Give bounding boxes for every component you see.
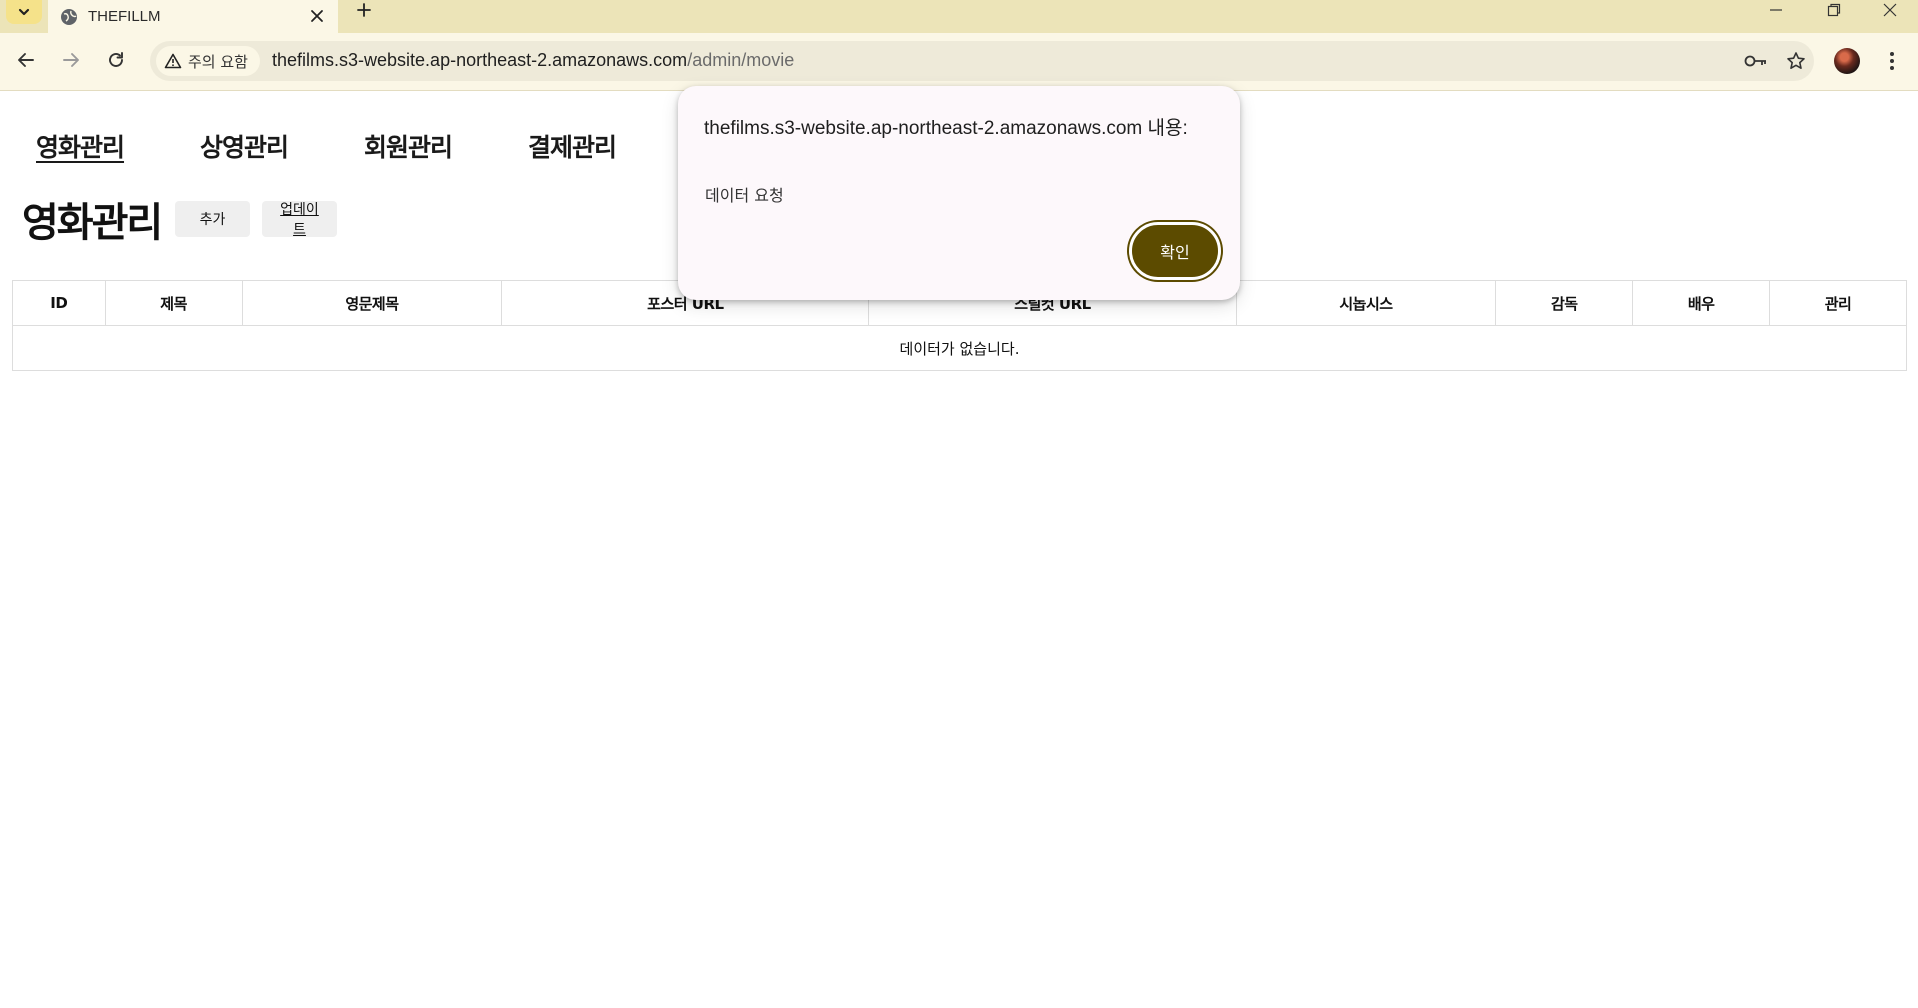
bookmark-button[interactable] (1784, 50, 1808, 72)
browser-toolbar: 주의 요함 thefilms.s3-website.ap-northeast-2… (0, 33, 1918, 91)
reload-button[interactable] (100, 44, 132, 76)
star-icon (1787, 52, 1805, 69)
column-header: 감독 (1495, 280, 1634, 326)
forward-button[interactable] (55, 44, 87, 76)
password-key-button[interactable] (1744, 50, 1768, 72)
empty-message: 데이터가 없습니다. (12, 325, 1907, 371)
page-title: 영화관리 (22, 200, 163, 246)
update-button[interactable]: 업데이트 (262, 201, 337, 238)
nav-item-movies[interactable]: 영화관리 (36, 128, 125, 164)
plus-icon (357, 3, 371, 17)
column-header: 시놉시스 (1235, 280, 1497, 326)
key-icon (1744, 55, 1766, 67)
arrow-left-icon (18, 53, 34, 67)
tab-strip: THEFILLM (0, 0, 1918, 33)
address-bar[interactable]: 주의 요함 thefilms.s3-website.ap-northeast-2… (150, 41, 1814, 81)
chevron-down-icon (18, 8, 30, 16)
globe-icon (61, 8, 77, 25)
column-header: 제목 (104, 280, 243, 326)
table-row: 데이터가 없습니다. (12, 325, 1907, 371)
arrow-right-icon (63, 53, 79, 67)
add-button[interactable]: 추가 (175, 201, 250, 237)
security-chip[interactable]: 주의 요함 (156, 46, 260, 76)
tab-title: THEFILLM (88, 8, 161, 25)
nav-item-payments[interactable]: 결제관리 (528, 128, 617, 164)
ok-button[interactable]: 확인 (1129, 222, 1221, 280)
column-header: ID (12, 280, 106, 326)
restore-icon (1827, 3, 1841, 17)
tab-search-button[interactable] (6, 0, 42, 24)
browser-menu-button[interactable] (1880, 47, 1904, 75)
url-text[interactable]: thefilms.s3-website.ap-northeast-2.amazo… (272, 50, 794, 71)
url-host: thefilms.s3-website.ap-northeast-2.amazo… (272, 50, 688, 70)
nav-item-members[interactable]: 회원관리 (364, 128, 453, 164)
profile-avatar[interactable] (1834, 48, 1860, 74)
back-button[interactable] (10, 44, 42, 76)
column-header: 배우 (1632, 280, 1771, 326)
close-icon (1883, 3, 1897, 17)
close-tab-icon[interactable] (308, 7, 326, 25)
minimize-button[interactable] (1752, 0, 1800, 20)
close-window-button[interactable] (1866, 0, 1914, 20)
column-header: 영문제목 (241, 280, 503, 326)
dialog-message: 데이터 요청 (705, 186, 784, 205)
browser-tab[interactable]: THEFILLM (48, 0, 338, 33)
admin-nav: 영화관리 상영관리 회원관리 결제관리 (36, 128, 617, 164)
column-header: 관리 (1769, 280, 1907, 326)
restore-button[interactable] (1810, 0, 1858, 20)
dialog-title: thefilms.s3-website.ap-northeast-2.amazo… (704, 118, 1188, 139)
warning-icon (164, 53, 182, 69)
nav-item-screenings[interactable]: 상영관리 (200, 128, 289, 164)
more-vertical-icon (1890, 52, 1894, 70)
alert-dialog: thefilms.s3-website.ap-northeast-2.amazo… (678, 86, 1240, 300)
security-label: 주의 요함 (188, 52, 248, 71)
minimize-icon (1770, 9, 1782, 11)
url-path: /admin/movie (687, 50, 795, 70)
new-tab-button[interactable] (352, 0, 376, 20)
reload-icon (109, 52, 123, 67)
